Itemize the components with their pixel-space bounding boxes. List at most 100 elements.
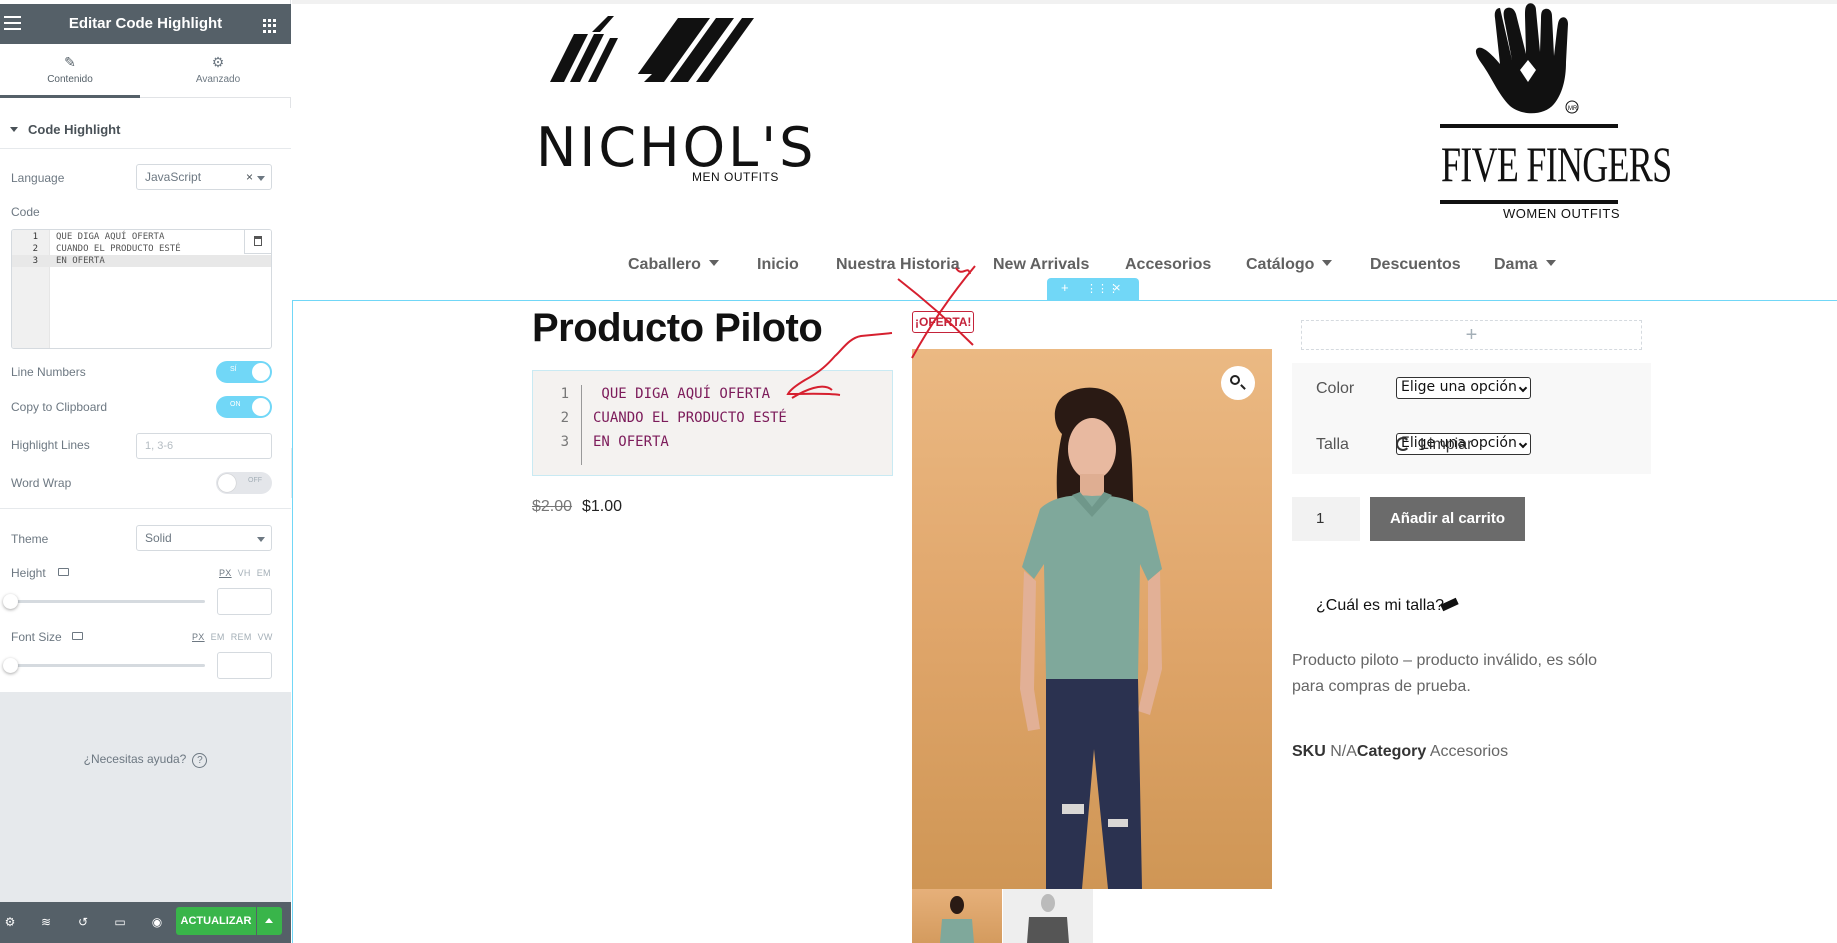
nav-item-caballero[interactable]: Caballero xyxy=(628,256,719,274)
unit-em[interactable]: EM xyxy=(211,632,225,642)
unit-px[interactable]: PX xyxy=(219,568,232,578)
help-icon: ? xyxy=(192,753,208,768)
caret-down-icon xyxy=(10,127,18,132)
unit-em[interactable]: EM xyxy=(257,568,271,578)
chevron-down-icon xyxy=(1518,439,1528,449)
height-slider[interactable] xyxy=(11,600,205,603)
height-input[interactable] xyxy=(217,588,272,615)
gear-icon: ⚙ xyxy=(211,54,225,70)
language-value: JavaScript xyxy=(145,170,202,184)
nichols-logo-subtitle: MEN OUTFITS xyxy=(692,170,779,184)
responsive-icon[interactable]: ▭ xyxy=(112,914,128,930)
chevron-up-icon xyxy=(265,918,273,923)
search-icon xyxy=(1230,375,1240,385)
font-size-input[interactable] xyxy=(217,652,272,679)
widgets-grid-icon[interactable] xyxy=(263,19,277,33)
code-highlight-widget[interactable]: 1 QUE DIGA AQUÍ OFERTA 2 CUANDO EL PRODUC… xyxy=(532,370,893,476)
sale-badge: ¡OFERTA! xyxy=(912,311,975,333)
nav-item-descuentos[interactable]: Descuentos xyxy=(1370,256,1461,274)
add-to-cart-button[interactable]: Añadir al carrito xyxy=(1370,497,1525,541)
close-icon[interactable]: × xyxy=(1113,280,1121,295)
tab-contenido[interactable]: ✎ Contenido xyxy=(0,44,140,98)
nav-item-new-arrivals[interactable]: New Arrivals xyxy=(993,256,1089,274)
category-link[interactable]: Accesorios xyxy=(1430,743,1508,760)
nav-item-catalogo[interactable]: Catálogo xyxy=(1246,256,1333,274)
desktop-icon[interactable] xyxy=(58,568,69,576)
word-wrap-toggle[interactable]: OFF xyxy=(216,472,272,494)
unit-px[interactable]: PX xyxy=(192,632,205,642)
caret-down-icon xyxy=(1322,260,1333,266)
panel-content: Code Highlight Language JavaScript × Cod… xyxy=(0,108,291,692)
section-handle[interactable]: + ⋮⋮⋮ × xyxy=(1047,278,1139,300)
code-gutter-line xyxy=(581,385,582,465)
add-section-icon[interactable]: + xyxy=(1061,280,1069,295)
registered-mark: MR xyxy=(1568,106,1578,112)
unit-vh[interactable]: VH xyxy=(238,568,251,578)
product-thumbnail[interactable] xyxy=(1003,889,1093,943)
clear-link[interactable]: Limpiar xyxy=(1396,436,1472,454)
panel-title: Editar Code Highlight xyxy=(68,15,223,32)
navigator-icon[interactable]: ≋ xyxy=(38,914,54,930)
line-numbers-label: Line Numbers xyxy=(11,365,86,379)
product-image[interactable] xyxy=(912,349,1272,889)
add-widget-placeholder[interactable]: + xyxy=(1301,320,1642,350)
section-toggle[interactable]: Code Highlight xyxy=(10,122,120,137)
size-guide-link[interactable]: ¿Cuál es mi talla? xyxy=(1316,597,1444,615)
font-size-slider-handle[interactable] xyxy=(3,658,18,673)
unit-vw[interactable]: VW xyxy=(258,632,273,642)
tab-label: Contenido xyxy=(47,74,93,85)
nichols-logo-mark[interactable] xyxy=(532,14,772,84)
unit-rem[interactable]: REM xyxy=(231,632,252,642)
product-meta: SKU N/ACategory Accesorios xyxy=(1292,743,1508,761)
panel-tabs: ✎ Contenido ⚙ Avanzado xyxy=(0,44,291,98)
chevron-down-icon xyxy=(1518,383,1528,393)
price-old: $2.00 xyxy=(532,498,573,515)
update-button[interactable]: ACTUALIZAR xyxy=(176,907,256,935)
sku-label: SKU xyxy=(1292,743,1326,760)
copy-clipboard-toggle[interactable]: ON xyxy=(216,396,272,418)
tab-label: Avanzado xyxy=(195,74,241,85)
logo-bar xyxy=(1440,124,1618,128)
settings-icon[interactable]: ⚙ xyxy=(2,914,18,930)
color-select[interactable]: Elige una opción xyxy=(1396,377,1531,399)
editor-line: 2 CUANDO EL PRODUCTO ESTÉ xyxy=(32,244,181,254)
editor-line: 1 QUE DIGA AQUÍ OFERTA xyxy=(32,232,165,242)
language-select[interactable]: JavaScript × xyxy=(136,164,272,190)
logo-bar xyxy=(1440,200,1618,204)
desktop-icon[interactable] xyxy=(72,632,83,640)
code-editor[interactable]: 1 QUE DIGA AQUÍ OFERTA 2 CUANDO EL PRODUCT… xyxy=(11,229,272,349)
divider xyxy=(0,508,291,509)
theme-value: Solid xyxy=(145,531,172,545)
line-numbers-toggle[interactable]: SÍ xyxy=(216,361,272,383)
product-title: Producto Piloto xyxy=(532,306,823,350)
clear-icon[interactable]: × xyxy=(246,170,253,184)
price-new: $1.00 xyxy=(582,498,623,515)
code-label: Code xyxy=(11,205,40,219)
font-size-units: PX EM REM VW xyxy=(186,632,273,642)
nav-item-accesorios[interactable]: Accesorios xyxy=(1125,256,1211,274)
nav-item-nuestra-historia[interactable]: Nuestra Historia xyxy=(836,256,960,274)
font-size-slider[interactable] xyxy=(11,664,205,667)
nav-item-dama[interactable]: Dama xyxy=(1494,256,1556,274)
theme-select[interactable]: Solid xyxy=(136,525,272,551)
nav-item-inicio[interactable]: Inicio xyxy=(757,256,799,274)
product-thumbnail[interactable] xyxy=(912,889,1002,943)
five-fingers-logo-subtitle: WOMEN OUTFITS xyxy=(1503,206,1620,221)
help-link[interactable]: ¿Necesitas ayuda?? xyxy=(0,752,291,768)
trash-icon[interactable] xyxy=(244,230,271,254)
tab-avanzado[interactable]: ⚙ Avanzado xyxy=(148,44,288,98)
quantity-input[interactable]: 1 xyxy=(1292,497,1360,541)
preview-eye-icon[interactable]: ◉ xyxy=(149,914,165,930)
variations-table: Color Elige una opción Talla Elige una o… xyxy=(1292,363,1651,474)
zoom-button[interactable] xyxy=(1221,366,1255,400)
highlight-lines-input[interactable]: 1, 3-6 xyxy=(136,433,272,459)
five-fingers-hand-icon[interactable]: MR xyxy=(1470,2,1590,120)
model-figure xyxy=(1020,387,1162,889)
height-slider-handle[interactable] xyxy=(3,594,18,609)
update-options-button[interactable] xyxy=(257,907,282,935)
divider xyxy=(0,148,291,149)
sku-value: N/A xyxy=(1330,743,1357,760)
caret-down-icon xyxy=(1545,260,1556,266)
section-title: Code Highlight xyxy=(28,122,121,137)
history-icon[interactable]: ↺ xyxy=(75,914,91,930)
